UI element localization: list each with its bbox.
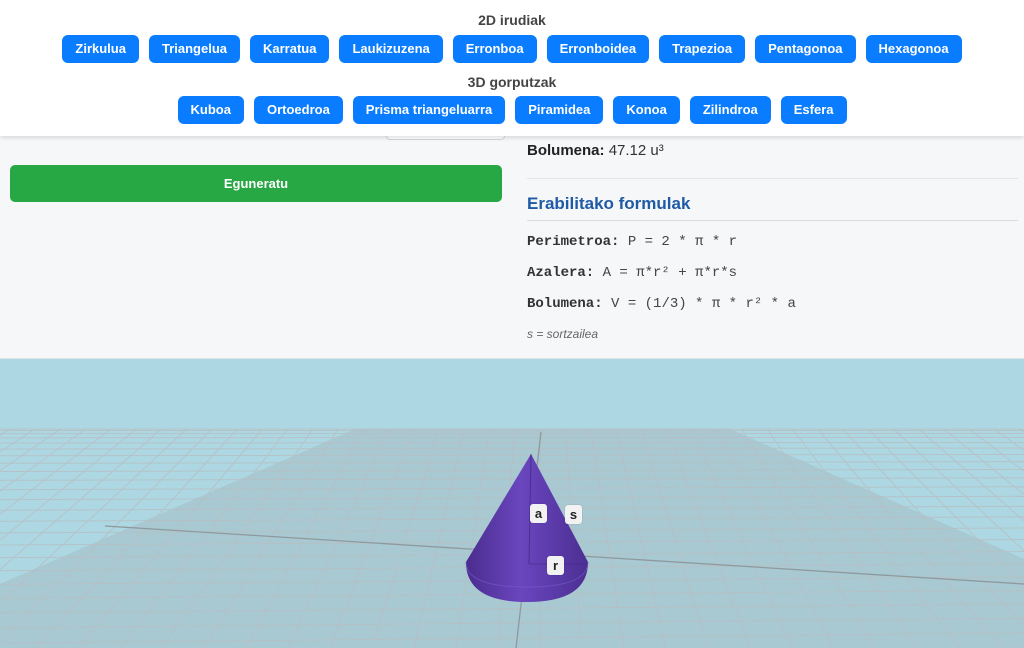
- group-3d-title: 3D gorputzak: [467, 74, 557, 90]
- shape-button-hexagonoa[interactable]: Hexagonoa: [865, 35, 962, 63]
- controls-panel: Eguneratu Bolumena: 47.12 u³ Erabilitako…: [0, 136, 1024, 359]
- shape-button-erronboa[interactable]: Erronboa: [452, 35, 537, 63]
- grid-line: [0, 454, 1024, 457]
- radius-label: r: [547, 556, 564, 575]
- scene-canvas: [0, 428, 1024, 648]
- formula-label: Bolumena:: [527, 296, 603, 312]
- height-label: a: [530, 504, 547, 523]
- shape-button-kuboa[interactable]: Kuboa: [177, 96, 244, 124]
- shape-button-ortoedroa[interactable]: Ortoedroa: [253, 96, 343, 124]
- buttons-3d-row: Kuboa Ortoedroa Prisma triangeluarra Pir…: [0, 96, 1024, 124]
- formula-expression: A = π*r² + π*r*s: [602, 265, 738, 281]
- formula-label: Azalera:: [527, 265, 595, 281]
- formula-expression: V = (1/3) * π * r² * a: [611, 296, 796, 312]
- slant-label: s: [565, 505, 582, 524]
- formula-perimeter: Perimetroa: P = 2 * π * r: [527, 234, 737, 250]
- buttons-2d-row: Zirkulua Triangelua Karratua Laukizuzena…: [0, 35, 1024, 63]
- shape-button-pentagonoa[interactable]: Pentagonoa: [755, 35, 856, 63]
- shape-button-karratua[interactable]: Karratua: [250, 35, 330, 63]
- grid-line: [0, 441, 1024, 444]
- divider: [527, 178, 1018, 179]
- shape-button-esfera[interactable]: Esfera: [780, 96, 847, 124]
- volume-result: Bolumena: 47.12 u³: [527, 142, 664, 159]
- 3d-viewport[interactable]: a s r: [0, 359, 1024, 648]
- shape-button-piramidea[interactable]: Piramidea: [515, 96, 604, 124]
- shape-button-prisma-triangeluarra[interactable]: Prisma triangeluarra: [352, 96, 506, 124]
- volume-label: Bolumena:: [527, 142, 605, 159]
- group-2d-title: 2D irudiak: [478, 12, 546, 28]
- shape-selector-header: 2D irudiak Zirkulua Triangelua Karratua …: [0, 0, 1024, 136]
- divider: [527, 220, 1018, 221]
- update-button[interactable]: Eguneratu: [10, 165, 502, 202]
- formula-expression: P = 2 * π * r: [627, 234, 738, 250]
- formula-note: s = sortzailea: [527, 327, 599, 341]
- shape-button-zilindroa[interactable]: Zilindroa: [689, 96, 771, 124]
- shape-button-zirkulua[interactable]: Zirkulua: [62, 35, 139, 63]
- shape-button-laukizuzena[interactable]: Laukizuzena: [339, 35, 443, 63]
- shape-button-konoa[interactable]: Konoa: [613, 96, 680, 124]
- shape-button-erronboidea[interactable]: Erronboidea: [546, 35, 650, 63]
- shape-button-trapezioa[interactable]: Trapezioa: [659, 35, 746, 63]
- volume-value: 47.12 u³: [608, 142, 664, 159]
- shape-button-triangelua[interactable]: Triangelua: [148, 35, 240, 63]
- grid-line: [0, 447, 1024, 450]
- formula-label: Perimetroa:: [527, 234, 620, 250]
- formulas-title: Erabilitako formulak: [527, 194, 691, 213]
- formula-area: Azalera: A = π*r² + π*r*s: [527, 265, 737, 281]
- formula-volume: Bolumena: V = (1/3) * π * r² * a: [527, 296, 796, 312]
